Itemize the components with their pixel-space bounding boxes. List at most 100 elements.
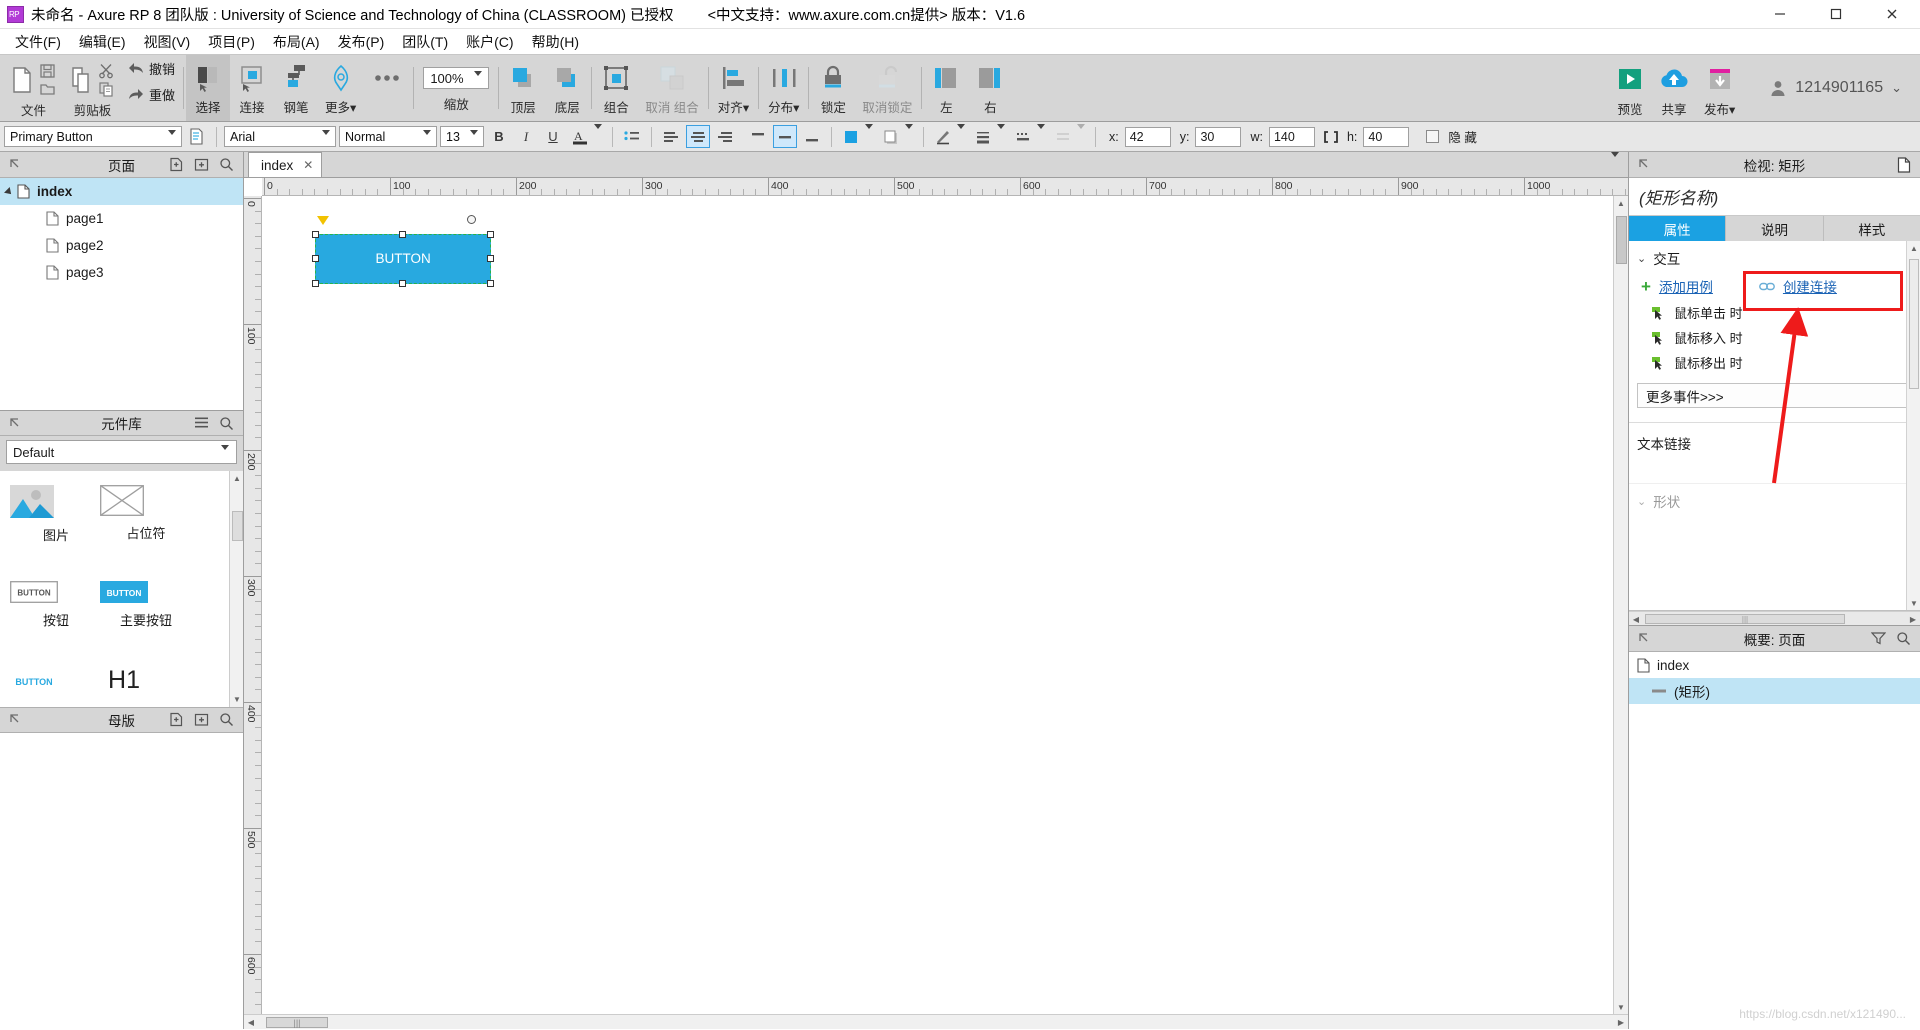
inspector-scroll-right-icon[interactable]: ▶ (1906, 612, 1920, 626)
tab-notes[interactable]: 说明 (1726, 216, 1824, 241)
canvas-tab-index[interactable]: index ✕ (248, 152, 323, 177)
library-scroll-up-icon[interactable]: ▲ (230, 471, 243, 485)
align-button[interactable]: 对齐▾ (711, 55, 756, 121)
search-pages-icon[interactable] (219, 157, 234, 172)
hide-checkbox[interactable] (1426, 130, 1440, 143)
left-panel-toggle[interactable]: 左 (924, 55, 968, 121)
align-left-button[interactable] (659, 125, 683, 148)
menu-layout[interactable]: 布局(A) (264, 29, 329, 55)
canvas-horizontal-scroll-thumb[interactable]: ||| (266, 1017, 328, 1028)
inspector-hscroll-thumb[interactable]: ||| (1645, 614, 1845, 624)
tab-properties[interactable]: 属性 (1629, 216, 1727, 241)
canvas-horizontal-scrollbar[interactable]: ◀ ||| ▶ (244, 1014, 1628, 1029)
tool-more-dots[interactable] (363, 55, 411, 121)
valign-bottom-button[interactable] (800, 125, 824, 148)
lock-button[interactable]: 锁定 (811, 55, 855, 121)
distribute-button[interactable]: 分布▾ (761, 55, 806, 121)
library-menu-icon[interactable] (194, 416, 209, 431)
group-button[interactable]: 组合 (594, 55, 638, 121)
inspector-scroll-left-icon[interactable]: ◀ (1629, 612, 1643, 626)
widget-rotate-handle[interactable] (467, 214, 477, 224)
font-color-picker[interactable]: A (568, 124, 605, 148)
shadow-icon[interactable] (879, 125, 903, 148)
lock-aspect-icon[interactable] (1324, 130, 1338, 144)
menu-publish[interactable]: 发布(P) (329, 29, 394, 55)
align-center-button[interactable] (686, 125, 710, 148)
tool-select[interactable]: 选择 (186, 55, 231, 121)
underline-button[interactable]: U (541, 125, 565, 148)
right-panel-toggle[interactable]: 右 (968, 55, 1012, 121)
library-item-image[interactable]: 图片 (10, 485, 102, 544)
publish-button[interactable]: 发布▾ (1697, 57, 1742, 120)
shadow-picker[interactable] (879, 124, 916, 148)
outline-filter-icon[interactable] (1871, 631, 1886, 646)
search-masters-icon[interactable] (219, 712, 234, 727)
search-outline-icon[interactable] (1896, 631, 1911, 646)
menu-help[interactable]: 帮助(H) (523, 29, 588, 55)
event-row-mouseleave[interactable]: 鼠标移出 时 (1629, 350, 1920, 375)
line-width-icon[interactable] (971, 125, 995, 148)
widget-style-select[interactable]: Primary Button (4, 126, 182, 149)
maximize-button[interactable] (1808, 0, 1864, 29)
preview-button[interactable]: 预览 (1609, 57, 1651, 120)
redo-button[interactable]: 重做 (128, 85, 175, 104)
outline-root-row[interactable]: index (1629, 652, 1920, 678)
add-master-folder-icon[interactable] (194, 712, 209, 727)
event-row-click[interactable]: 鼠标单击 时 (1629, 300, 1920, 325)
menu-account[interactable]: 账户(C) (457, 29, 522, 55)
menu-team[interactable]: 团队(T) (393, 29, 457, 55)
close-button[interactable] (1864, 0, 1920, 29)
canvas-scroll-down-icon[interactable]: ▼ (1614, 1000, 1628, 1014)
add-case-link[interactable]: 添加用例 (1659, 276, 1713, 296)
pages-collapse-icon[interactable] (0, 158, 21, 171)
resize-handle-sw[interactable] (311, 280, 319, 288)
line-style-icon[interactable] (1011, 125, 1035, 148)
library-item-primary-button[interactable]: BUTTON 主要按钮 (100, 581, 192, 629)
resize-handle-ne[interactable] (487, 230, 495, 238)
font-weight-select[interactable]: Normal (339, 126, 437, 149)
y-input[interactable]: 30 (1195, 126, 1242, 147)
canvas-vertical-scroll-thumb[interactable] (1616, 216, 1627, 264)
resize-handle-n[interactable] (399, 230, 407, 238)
resize-handle-w[interactable] (311, 254, 319, 262)
fill-color-icon[interactable] (839, 125, 863, 148)
canvas-scroll-up-icon[interactable]: ▲ (1614, 196, 1628, 210)
send-to-back-button[interactable]: 底层 (545, 55, 589, 121)
widget-footnote-flag-icon[interactable] (316, 215, 329, 225)
shape-section-header[interactable]: ⌄ 形状 (1629, 483, 1920, 513)
text-link-section[interactable]: 文本链接 (1629, 422, 1920, 461)
event-row-mouseenter[interactable]: 鼠标移入 时 (1629, 325, 1920, 350)
menu-project[interactable]: 项目(P) (199, 29, 264, 55)
outline-collapse-icon[interactable] (1629, 632, 1650, 645)
add-page-icon[interactable] (169, 157, 184, 172)
page-tree-item-page2[interactable]: page2 (0, 232, 243, 259)
w-input[interactable]: 140 (1268, 126, 1315, 147)
page-tree-item-index[interactable]: index (0, 178, 243, 205)
align-right-button[interactable] (713, 125, 737, 148)
bold-button[interactable]: B (487, 125, 511, 148)
inspector-scroll-up-icon[interactable]: ▲ (1907, 241, 1920, 255)
bullet-list-button[interactable] (620, 125, 644, 148)
save-icon[interactable] (39, 63, 56, 79)
paste-icon[interactable] (70, 66, 92, 94)
tab-style[interactable]: 样式 (1823, 216, 1920, 241)
menu-file[interactable]: 文件(F) (6, 29, 70, 55)
line-color-picker[interactable] (931, 124, 968, 148)
share-button[interactable]: 共享 (1651, 57, 1697, 120)
tab-overflow-caret-icon[interactable] (1611, 152, 1619, 172)
minimize-button[interactable] (1752, 0, 1808, 29)
menu-edit[interactable]: 编辑(E) (70, 29, 135, 55)
undo-button[interactable]: 撤销 (128, 59, 175, 78)
menu-view[interactable]: 视图(V) (135, 29, 200, 55)
x-input[interactable]: 42 (1124, 126, 1171, 147)
font-color-icon[interactable]: A (568, 125, 592, 148)
library-select[interactable]: Default (6, 440, 237, 465)
cut-scissors-icon[interactable] (98, 63, 115, 79)
selected-rectangle-widget[interactable]: BUTTON (311, 230, 495, 288)
bring-to-front-button[interactable]: 顶层 (501, 55, 545, 121)
valign-middle-button[interactable] (773, 125, 797, 148)
resize-handle-nw[interactable] (311, 230, 319, 238)
library-collapse-icon[interactable] (0, 417, 21, 430)
more-events-button[interactable]: 更多事件>>> (1637, 383, 1912, 408)
widget-name-field[interactable]: (矩形名称) (1629, 178, 1920, 216)
